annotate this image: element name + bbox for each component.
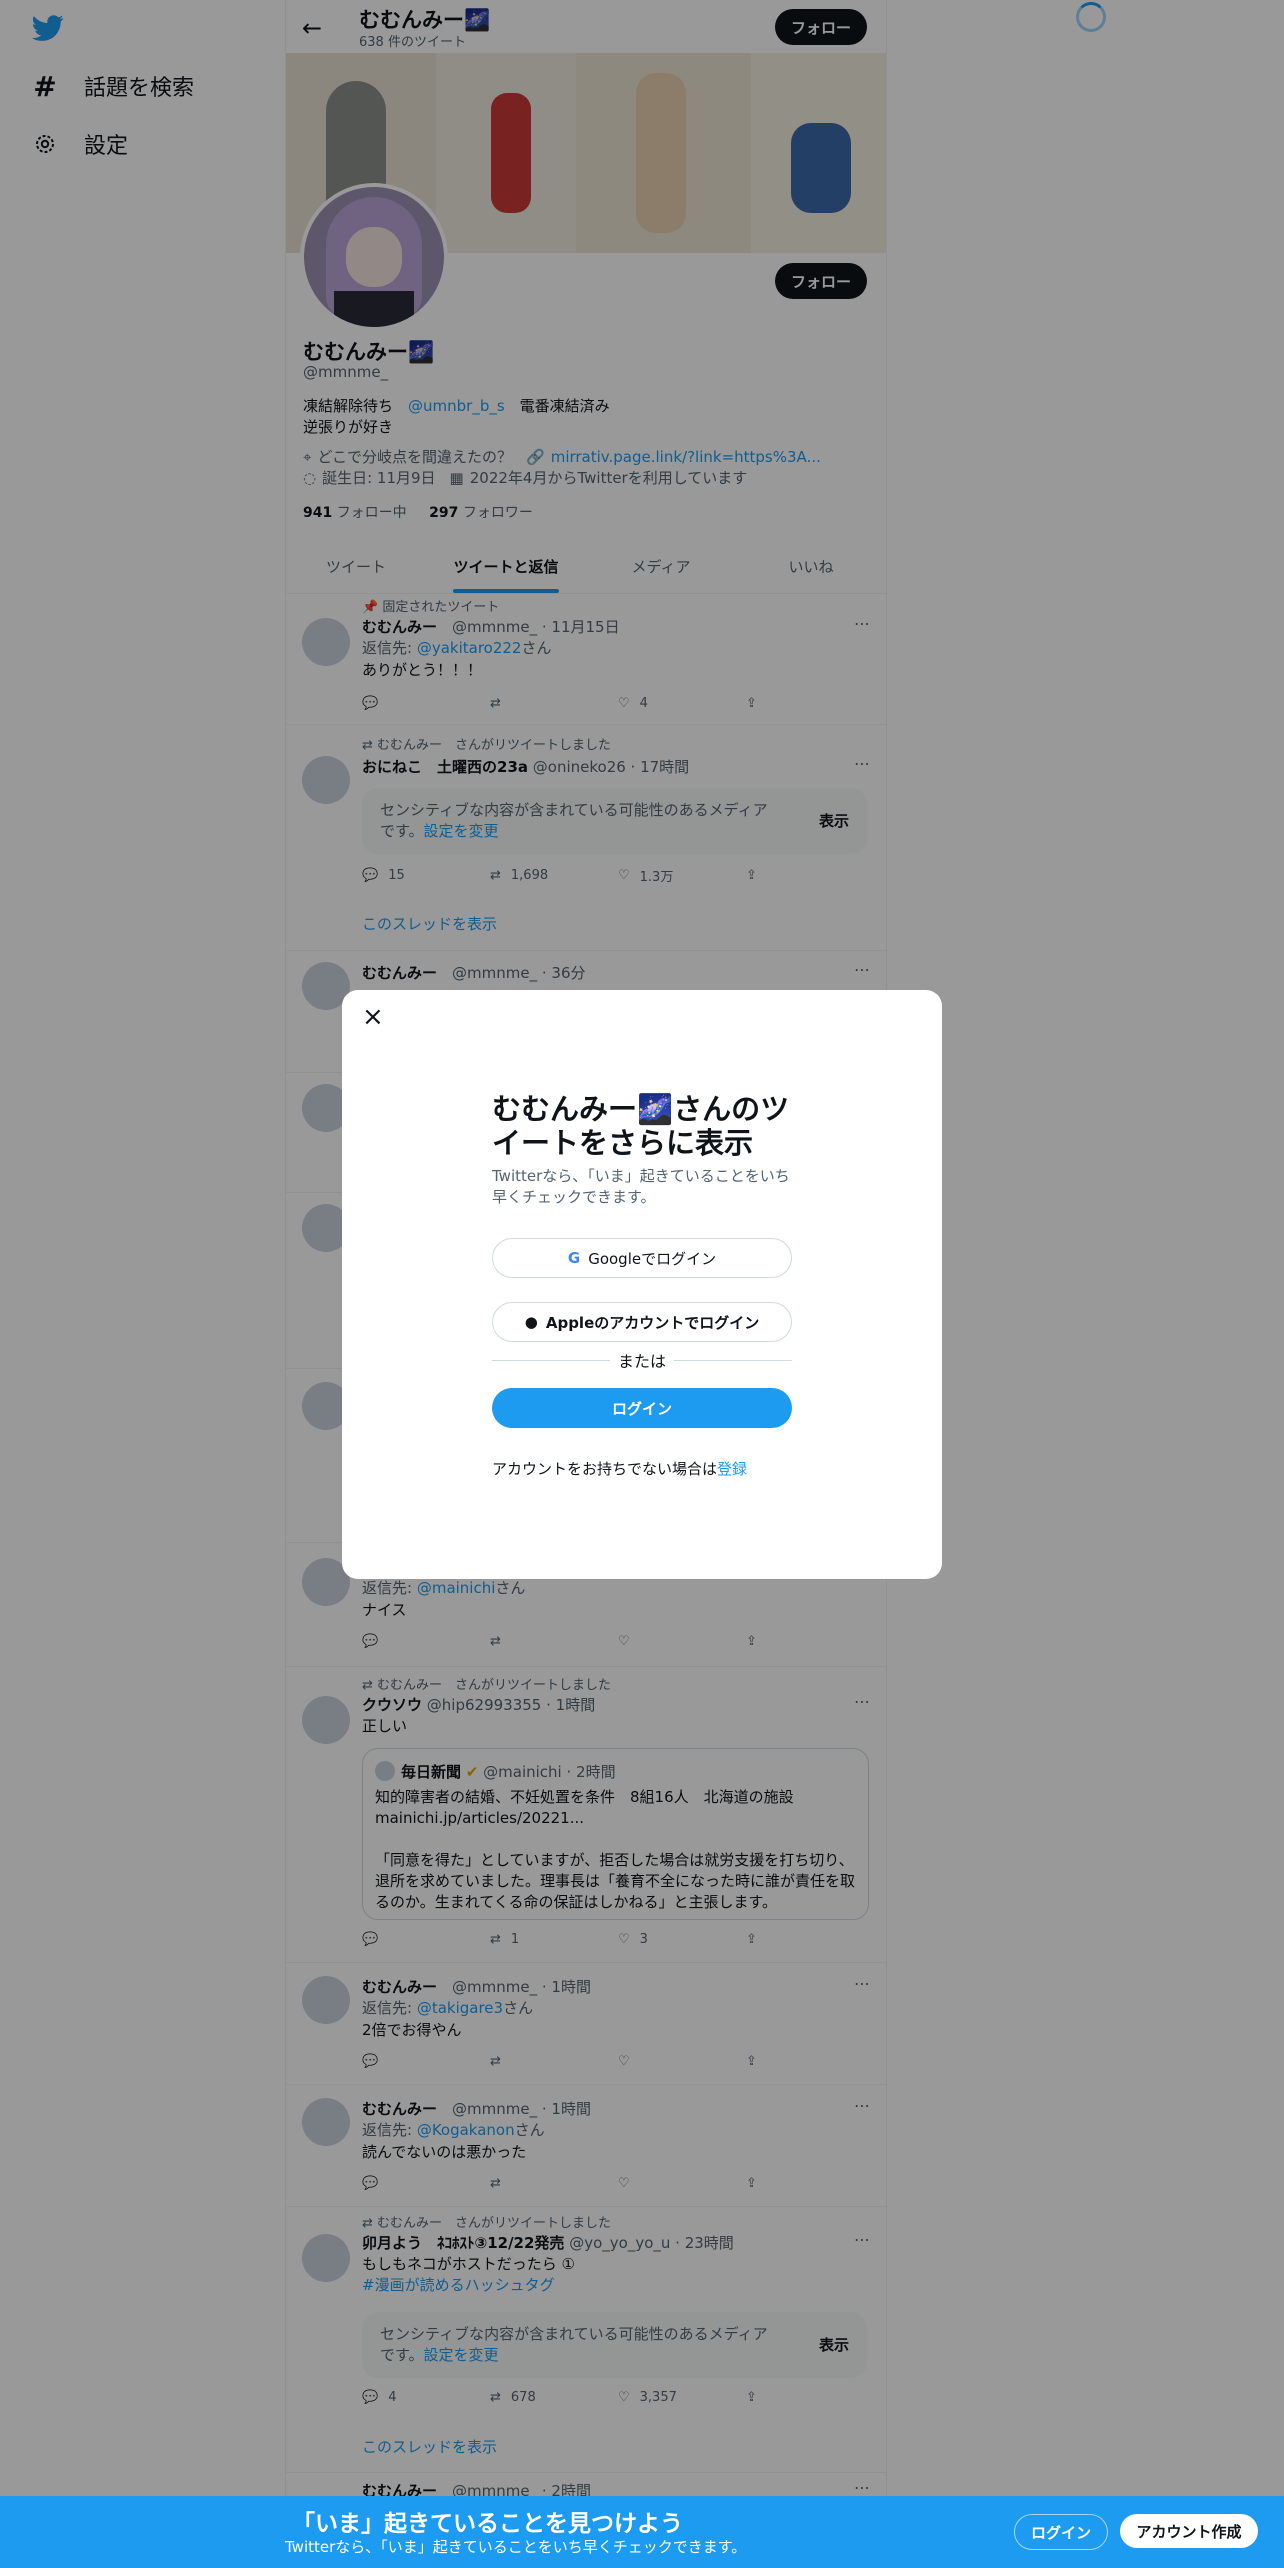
bottom-bar-subtitle: Twitterなら、「いま」起きていることをいち早くチェックできます。 <box>285 2538 747 2556</box>
close-icon[interactable]: × <box>362 1002 384 1032</box>
login-prompt-dialog: × むむんみー🌌さんのツイートをさらに表示 Twitterなら、「いま」起きてい… <box>342 990 942 1579</box>
signup-prompt: アカウントをお持ちでない場合は登録 <box>492 1458 747 1479</box>
signup-link[interactable]: 登録 <box>717 1460 747 1478</box>
bottom-signup-button[interactable]: アカウント作成 <box>1120 2514 1258 2548</box>
google-icon: G <box>567 1249 581 1267</box>
or-label: または <box>617 1352 666 1371</box>
google-login-button[interactable]: G Googleでログイン <box>492 1238 792 1278</box>
apple-login-button[interactable]: ● Appleのアカウントでログイン <box>492 1302 792 1342</box>
login-button[interactable]: ログイン <box>492 1388 792 1428</box>
signup-prompt-text: アカウントをお持ちでない場合は <box>492 1460 718 1478</box>
google-login-label: Googleでログイン <box>588 1249 717 1268</box>
bottom-signup-bar: 「いま」起きていることを見つけよう Twitterなら、「いま」起きていることを… <box>0 2496 1284 2568</box>
bottom-login-button[interactable]: ログイン <box>1014 2514 1108 2550</box>
dialog-subtitle: Twitterなら、「いま」起きていることをいち早くチェックできます。 <box>492 1167 790 1206</box>
apple-icon: ● <box>524 1313 538 1331</box>
apple-login-label: Appleのアカウントでログイン <box>545 1313 760 1332</box>
dialog-title: むむんみー🌌さんのツイートをさらに表示 <box>492 1092 790 1160</box>
bottom-bar-title: 「いま」起きていることを見つけよう <box>292 2511 683 2537</box>
or-divider: または <box>492 1350 792 1371</box>
